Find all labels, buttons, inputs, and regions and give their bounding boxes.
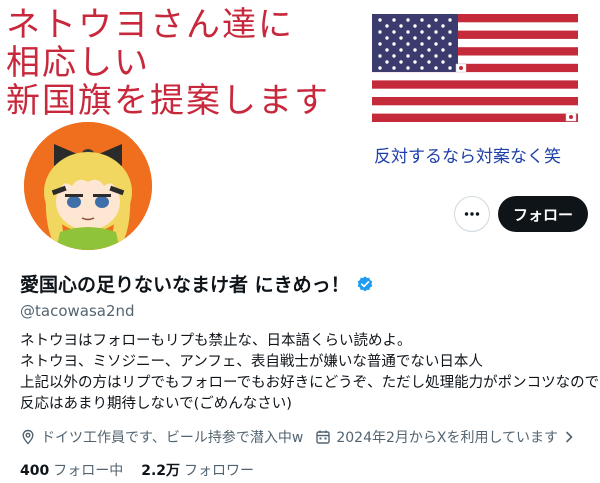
profile-meta-row: ドイツ工作員です、ビール持参で潜入中w 2024年2月からXを利用しています [20,427,579,447]
flag-image [372,14,578,122]
following-count: 400 [20,463,50,479]
banner-text-line-1: ネトウヨさん達に [6,5,294,45]
banner-text-line-3: 新国旗を提案します [6,81,330,121]
followers-link[interactable]: 2.2万 フォロワー [141,460,254,480]
following-link[interactable]: 400 フォロー中 [20,460,123,480]
chevron-right-icon [566,431,573,443]
calendar-icon [316,430,331,444]
follow-button[interactable]: フォロー [498,196,588,232]
bio-line: ネトウヨはフォローもリプも禁止な、日本語くらい読めよ。 [20,333,412,349]
following-label: フォロー中 [53,463,124,479]
follow-stats: 400 フォロー中 2.2万 フォロワー [20,460,254,480]
verified-badge-icon[interactable] [356,275,374,293]
banner-text-line-2: 相応しい [6,43,150,83]
banner-caption: 反対するなら対案なく笑 [374,147,561,167]
profile-name-row: 愛国心の足りないなまけ者 にきめっ！ [20,270,374,297]
location-item: ドイツ工作員です、ビール持参で潜入中w [20,427,303,447]
more-options-button[interactable] [454,196,490,232]
bio-line: 反応はあまり期待しないで(ごめんなさい) [20,396,292,412]
location-pin-icon [22,429,34,445]
joined-item[interactable]: 2024年2月からXを利用しています [315,427,579,447]
bio: ネトウヨはフォローもリプも禁止な、日本語くらい読めよ。 ネトウヨ、ミソジニー、ア… [20,331,600,415]
avatar-illustration [24,122,152,250]
followers-count: 2.2万 [141,463,181,479]
user-handle: @tacowasa2nd [20,302,135,320]
bio-line: ネトウヨ、ミソジニー、アンフェ、表自戦士が嫌いな普通でない日本人 [20,354,483,370]
joined-text: 2024年2月からXを利用しています [336,430,559,446]
bio-line: 上記以外の方はリプでもフォローでもお好きにどうぞ、ただし処理能力がポンコツなので [20,375,600,391]
display-name: 愛国心の足りないなまけ者 にきめっ！ [20,274,350,296]
avatar[interactable] [20,118,156,254]
location-text: ドイツ工作員です、ビール持参で潜入中w [41,430,304,446]
followers-label: フォロワー [184,463,255,479]
more-horizontal-icon [464,212,480,216]
